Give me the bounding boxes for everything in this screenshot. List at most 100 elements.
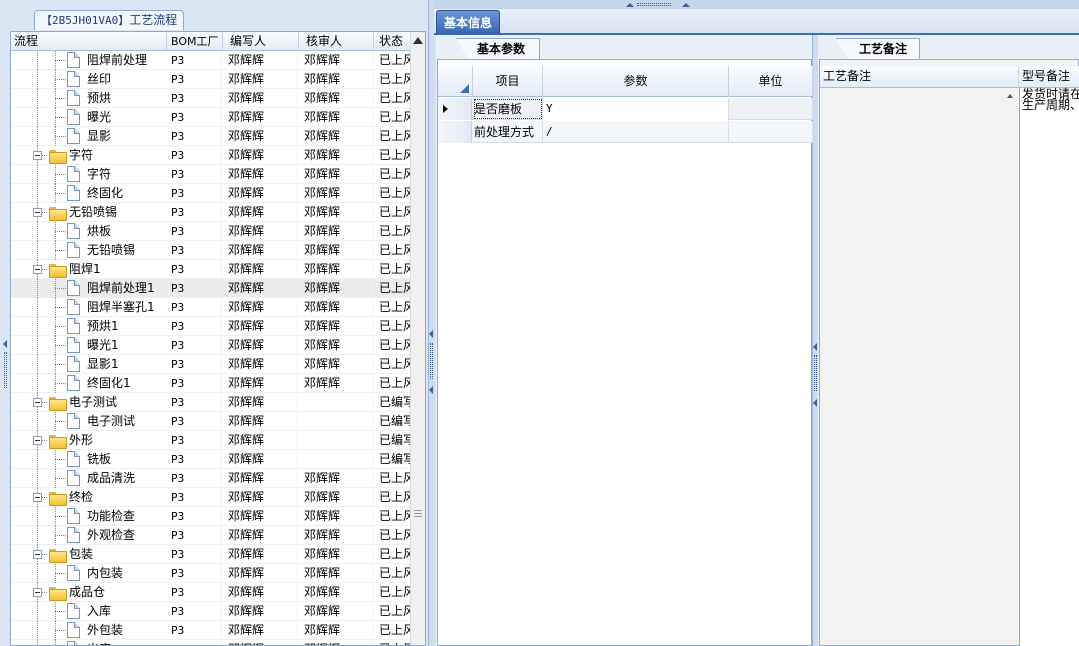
author-cell[interactable]: 邓辉辉 <box>223 564 298 583</box>
bom-factory-cell[interactable]: P3 <box>168 507 222 526</box>
column-header-reviewer[interactable]: 核审人 <box>299 32 374 51</box>
tree-step-label[interactable]: 电子测试 <box>87 412 135 431</box>
reviewer-cell[interactable] <box>299 431 373 450</box>
tree-step-row[interactable]: 外包装P3邓辉辉邓辉辉已上风 <box>11 621 411 640</box>
param-unit-cell[interactable] <box>729 121 813 143</box>
tree-group-label[interactable]: 字符 <box>69 146 93 165</box>
tree-step-row[interactable]: 曝光1P3邓辉辉邓辉辉已上风 <box>11 336 411 355</box>
author-cell[interactable]: 邓辉辉 <box>223 108 298 127</box>
param-value-cell[interactable]: / <box>543 121 729 143</box>
tree-step-label[interactable]: 预烘1 <box>87 317 119 336</box>
param-row[interactable]: 是否磨板 Y <box>438 98 813 120</box>
param-unit-cell[interactable] <box>729 98 813 120</box>
reviewer-cell[interactable]: 邓辉辉 <box>299 621 373 640</box>
status-cell[interactable]: 已上风 <box>374 298 411 317</box>
status-cell[interactable]: 已上风 <box>374 51 411 70</box>
collapse-left-arrow-icon[interactable] <box>429 386 433 394</box>
bom-factory-cell[interactable]: P3 <box>168 545 222 564</box>
bom-factory-cell[interactable]: P3 <box>168 165 222 184</box>
status-cell[interactable]: 已上风 <box>374 108 411 127</box>
collapse-up-arrow-icon[interactable] <box>682 3 690 7</box>
author-cell[interactable]: 邓辉辉 <box>223 374 298 393</box>
reviewer-cell[interactable]: 邓辉辉 <box>299 203 373 222</box>
collapse-left-arrow-icon[interactable] <box>429 330 433 338</box>
status-cell[interactable]: 已上风 <box>374 374 411 393</box>
bom-factory-cell[interactable]: P3 <box>168 279 222 298</box>
reviewer-cell[interactable]: 邓辉辉 <box>299 260 373 279</box>
tree-step-label[interactable]: 出库 <box>87 640 111 645</box>
tree-step-label[interactable]: 外包装 <box>87 621 123 640</box>
reviewer-cell[interactable]: 邓辉辉 <box>299 374 373 393</box>
tree-step-label[interactable]: 成品清洗 <box>87 469 135 488</box>
reviewer-cell[interactable]: 邓辉辉 <box>299 70 373 89</box>
author-cell[interactable]: 邓辉辉 <box>223 298 298 317</box>
status-cell[interactable]: 已上风 <box>374 583 411 602</box>
tree-step-label[interactable]: 曝光1 <box>87 336 119 355</box>
reviewer-cell[interactable]: 邓辉辉 <box>299 583 373 602</box>
tree-step-row[interactable]: 无铅喷锡P3邓辉辉邓辉辉已上风 <box>11 241 411 260</box>
reviewer-cell[interactable]: 邓辉辉 <box>299 241 373 260</box>
bom-factory-cell[interactable]: P3 <box>168 412 222 431</box>
collapse-expander-icon[interactable] <box>33 265 42 274</box>
author-cell[interactable]: 邓辉辉 <box>223 431 298 450</box>
tree-step-label[interactable]: 终固化 <box>87 184 123 203</box>
tree-step-label[interactable]: 阻焊前处理1 <box>87 279 155 298</box>
tree-step-label[interactable]: 功能检查 <box>87 507 135 526</box>
tab-basic-info[interactable]: 基本信息 <box>436 10 501 35</box>
left-splitter[interactable] <box>429 0 434 646</box>
status-cell[interactable]: 已上风 <box>374 602 411 621</box>
tree-step-row[interactable]: 内包装P3邓辉辉邓辉辉已上风 <box>11 564 411 583</box>
bom-factory-cell[interactable]: P3 <box>168 222 222 241</box>
author-cell[interactable]: 邓辉辉 <box>223 127 298 146</box>
author-cell[interactable]: 邓辉辉 <box>223 260 298 279</box>
tree-group-row[interactable]: 无铅喷锡P3邓辉辉邓辉辉已上风 <box>11 203 411 222</box>
corner-select-icon[interactable] <box>460 84 469 93</box>
status-cell[interactable]: 已上风 <box>374 279 411 298</box>
author-cell[interactable]: 邓辉辉 <box>223 184 298 203</box>
column-header-process-note[interactable]: 工艺备注 <box>820 66 1019 88</box>
tree-step-label[interactable]: 入库 <box>87 602 111 621</box>
bom-factory-cell[interactable]: P3 <box>168 374 222 393</box>
status-cell[interactable]: 已上风 <box>374 488 411 507</box>
bom-factory-cell[interactable]: P3 <box>168 184 222 203</box>
tree-step-row[interactable]: 铣板 P3邓辉辉 已编写 <box>11 450 411 469</box>
bom-factory-cell[interactable]: P3 <box>168 393 222 412</box>
author-cell[interactable]: 邓辉辉 <box>223 89 298 108</box>
outer-left-splitter[interactable] <box>0 0 10 646</box>
param-item-cell[interactable]: 是否磨板 <box>473 98 543 120</box>
author-cell[interactable]: 邓辉辉 <box>223 640 298 645</box>
status-cell[interactable]: 已上风 <box>374 241 411 260</box>
tree-group-row[interactable]: 包装P3邓辉辉邓辉辉已上风 <box>11 545 411 564</box>
bom-factory-cell[interactable]: P3 <box>168 203 222 222</box>
tree-group-label[interactable]: 电子测试 <box>69 393 117 412</box>
bom-factory-cell[interactable]: P3 <box>168 127 222 146</box>
tree-group-label[interactable]: 无铅喷锡 <box>69 203 117 222</box>
collapse-expander-icon[interactable] <box>33 151 42 160</box>
author-cell[interactable]: 邓辉辉 <box>223 545 298 564</box>
splitter-grip-icon[interactable] <box>637 3 671 6</box>
tree-step-label[interactable]: 显影1 <box>87 355 119 374</box>
tree-step-row[interactable]: 阻焊半塞孔1P3邓辉辉邓辉辉已上风 <box>11 298 411 317</box>
scrollbar-grip-icon[interactable] <box>414 510 422 517</box>
tree-step-row[interactable]: 阻焊前处理P3邓辉辉邓辉辉已上风 <box>11 51 411 70</box>
tree-group-row[interactable]: 外形 P3邓辉辉 已编写 <box>11 431 411 450</box>
author-cell[interactable]: 邓辉辉 <box>223 488 298 507</box>
bom-factory-cell[interactable]: P3 <box>168 488 222 507</box>
bom-factory-cell[interactable]: P3 <box>168 241 222 260</box>
collapse-expander-icon[interactable] <box>33 493 42 502</box>
bom-factory-cell[interactable]: P3 <box>168 564 222 583</box>
reviewer-cell[interactable]: 邓辉辉 <box>299 602 373 621</box>
bom-factory-cell[interactable]: P3 <box>168 70 222 89</box>
tree-group-row[interactable]: 终检P3邓辉辉邓辉辉已上风 <box>11 488 411 507</box>
splitter-grip-icon[interactable] <box>430 343 433 379</box>
bom-factory-cell[interactable]: P3 <box>168 298 222 317</box>
status-cell[interactable]: 已上风 <box>374 526 411 545</box>
author-cell[interactable]: 邓辉辉 <box>223 317 298 336</box>
collapse-expander-icon[interactable] <box>33 398 42 407</box>
tree-group-row[interactable]: 阻焊1P3邓辉辉邓辉辉已上风 <box>11 260 411 279</box>
status-cell[interactable]: 已上风 <box>374 621 411 640</box>
status-cell[interactable]: 已上风 <box>374 564 411 583</box>
tree-group-label[interactable]: 成品仓 <box>69 583 105 602</box>
status-cell[interactable]: 已上风 <box>374 260 411 279</box>
splitter-grip-icon[interactable] <box>814 355 817 391</box>
